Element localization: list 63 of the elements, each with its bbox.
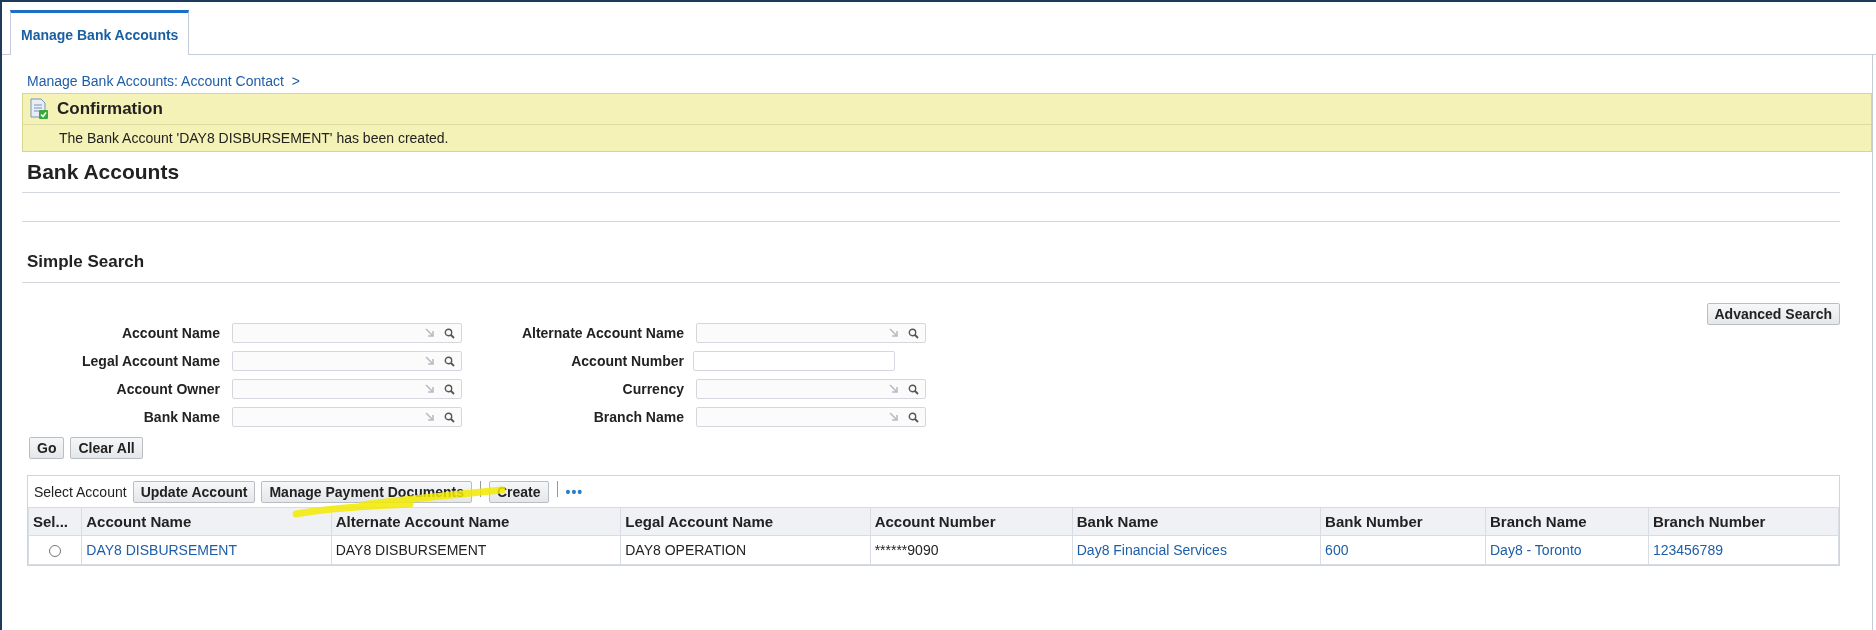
arrow-icon: [425, 412, 435, 422]
column-header[interactable]: Branch Number: [1648, 507, 1839, 536]
column-header[interactable]: Bank Number: [1320, 507, 1486, 536]
search-button[interactable]: Clear All: [70, 437, 143, 459]
field-label: Alternate Account Name: [520, 325, 684, 341]
advanced-search-button[interactable]: Advanced Search: [1706, 303, 1840, 325]
field-label: Legal Account Name: [81, 353, 220, 369]
tab[interactable]: Manage Bank Accounts: [10, 10, 190, 55]
field-label: Account Owner: [115, 381, 220, 397]
page-title: Bank Accounts: [27, 160, 181, 184]
field-label: Bank Name: [142, 409, 220, 425]
cell-text: DAY8 DISBURSEMENT: [335, 542, 487, 558]
cell-text: ******9090: [874, 542, 939, 558]
table-link[interactable]: Day8 Financial Services: [1076, 542, 1227, 558]
lookup-field[interactable]: [696, 407, 926, 427]
action-button[interactable]: Update Account: [132, 481, 256, 503]
table-link[interactable]: Day8 - Toronto: [1490, 542, 1582, 558]
action-button[interactable]: Create: [488, 481, 549, 503]
field-label: Account Name: [120, 325, 220, 341]
arrow-icon: [425, 328, 435, 338]
field-label: Branch Name: [592, 409, 684, 425]
breadcrumb-separator: >: [291, 73, 300, 89]
lookup-field[interactable]: [696, 323, 926, 343]
column-header[interactable]: Legal Account Name: [620, 507, 871, 536]
search-icon: [444, 327, 455, 339]
input-field[interactable]: [693, 351, 895, 371]
field-label: Account Number: [570, 353, 684, 369]
search-button[interactable]: Go: [29, 437, 65, 459]
section-title: Simple Search: [27, 252, 146, 272]
column-header[interactable]: Account Number: [870, 507, 1073, 536]
confirmation-title: Confirmation: [57, 99, 163, 119]
search-icon: [908, 327, 919, 339]
arrow-icon: [889, 328, 899, 338]
cell-text: DAY8 OPERATION: [625, 542, 747, 558]
more-actions-button[interactable]: •••: [565, 484, 584, 500]
lookup-field[interactable]: [232, 407, 462, 427]
lookup-field[interactable]: [696, 379, 926, 399]
document-check-icon: [29, 98, 49, 120]
field-label: Currency: [621, 381, 684, 397]
search-icon: [444, 411, 455, 423]
arrow-icon: [425, 384, 435, 394]
column-header[interactable]: Branch Name: [1485, 507, 1649, 536]
radio-button[interactable]: [49, 545, 62, 558]
search-icon: [444, 383, 455, 395]
search-icon: [444, 355, 455, 367]
table-link[interactable]: DAY8 DISBURSEMENT: [86, 542, 237, 558]
column-header[interactable]: Alternate Account Name: [331, 507, 621, 536]
arrow-icon: [889, 384, 899, 394]
table-link[interactable]: 600: [1325, 542, 1349, 558]
arrow-icon: [889, 412, 899, 422]
column-header[interactable]: Account Name: [81, 507, 332, 536]
search-icon: [908, 383, 919, 395]
column-header[interactable]: Sel...: [28, 507, 82, 536]
lookup-field[interactable]: [232, 379, 462, 399]
table-link[interactable]: 123456789: [1652, 542, 1723, 558]
column-header[interactable]: Bank Name: [1072, 507, 1321, 536]
toolbar-label: Select Account: [34, 484, 127, 500]
search-icon: [908, 411, 919, 423]
breadcrumb-link[interactable]: Manage Bank Accounts: Account Contact: [27, 73, 284, 89]
arrow-icon: [425, 356, 435, 366]
lookup-field[interactable]: [232, 323, 462, 343]
confirmation-message: The Bank Account 'DAY8 DISBURSEMENT' has been created.: [58, 129, 450, 148]
lookup-field[interactable]: [232, 351, 462, 371]
